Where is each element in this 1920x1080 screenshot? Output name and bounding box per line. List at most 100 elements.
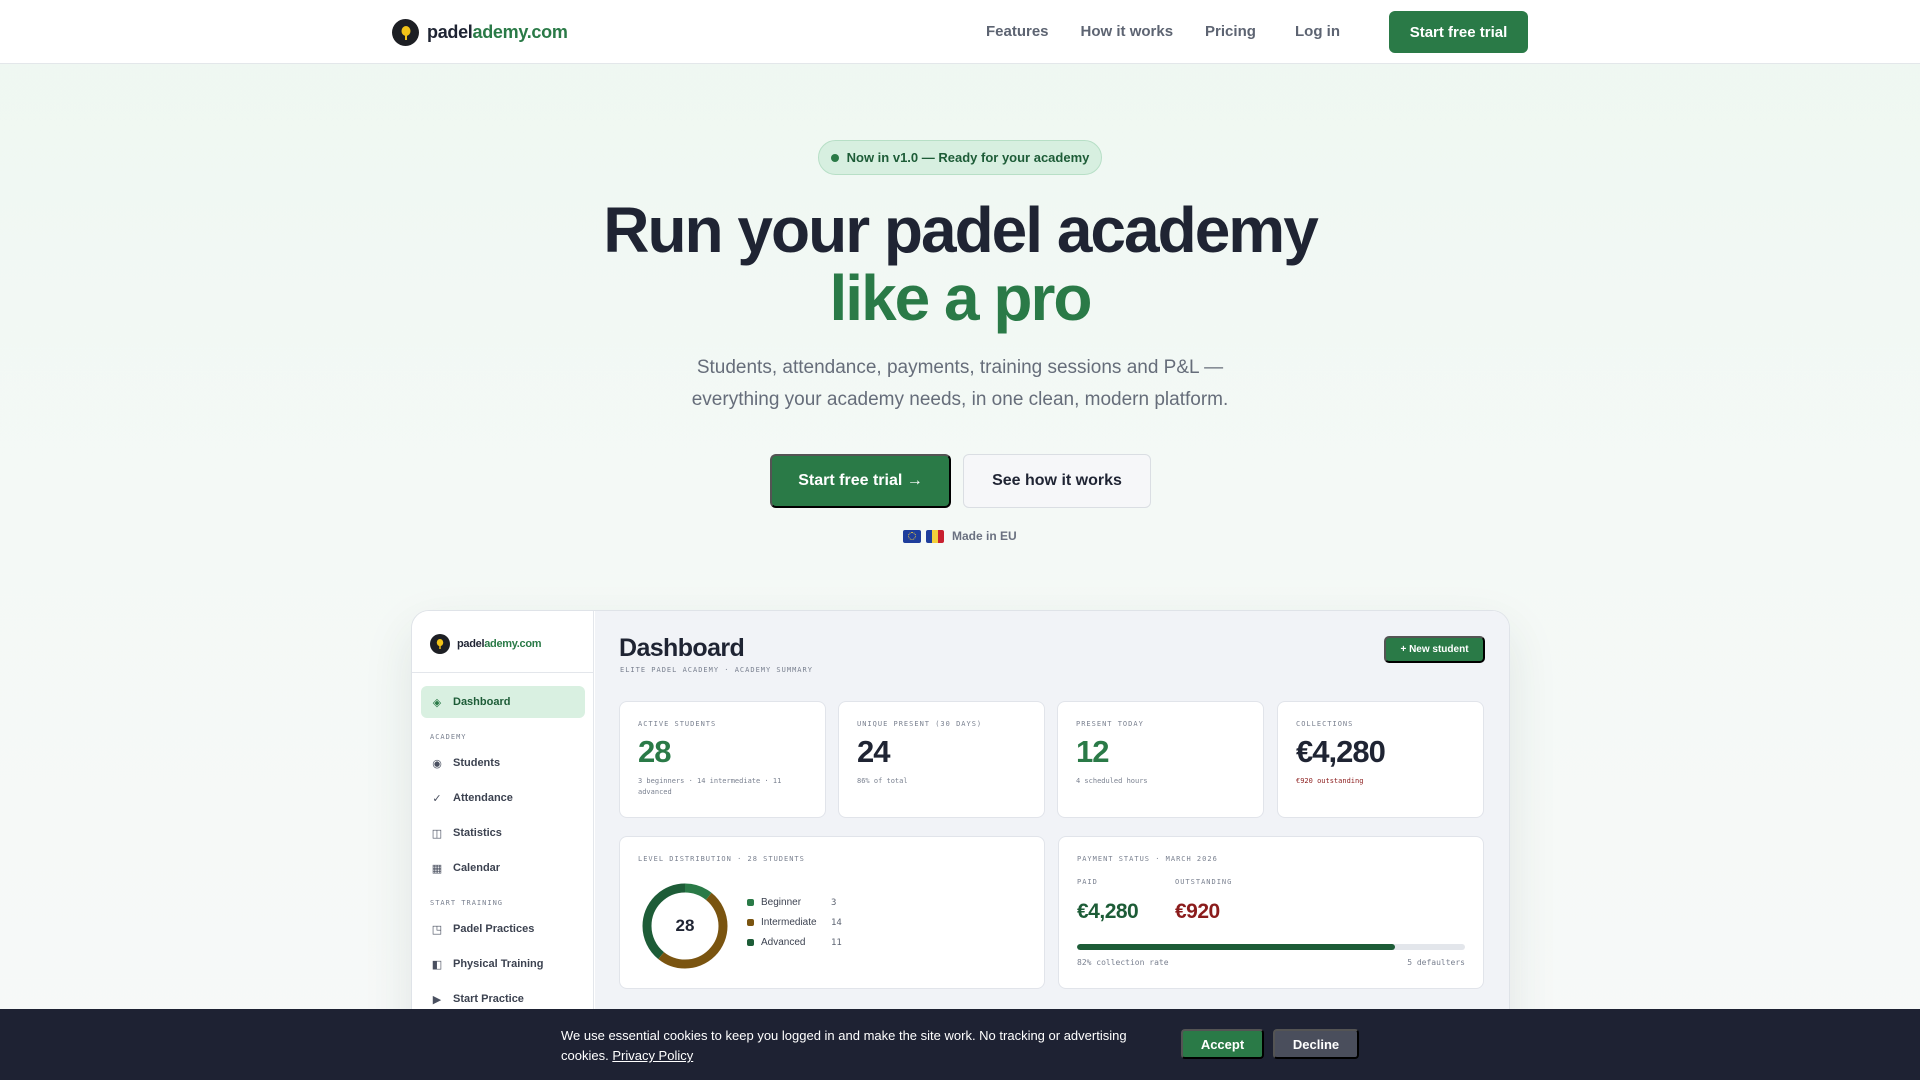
paid-value: €4,280: [1077, 900, 1139, 923]
stat-label: UNIQUE PRESENT (30 DAYS): [857, 720, 983, 728]
check-icon: ✓: [432, 792, 442, 805]
legend-dot: [747, 919, 754, 926]
nav-link-features[interactable]: Features: [986, 23, 1049, 40]
legend-value: 3: [831, 897, 837, 908]
stat-label: PRESENT TODAY: [1076, 720, 1144, 728]
brand-logo[interactable]: padelademy.com: [392, 19, 568, 46]
stat-card-active-students: ACTIVE STUDENTS 28 3 beginners · 14 inte…: [619, 701, 826, 818]
court-icon: ◳: [431, 923, 443, 936]
see-how-it-works-button[interactable]: See how it works: [963, 454, 1151, 508]
level-distribution-card: LEVEL DISTRIBUTION · 28 STUDENTS 28 Begi…: [619, 836, 1045, 989]
brand-name: padelademy.com: [427, 22, 568, 42]
dashboard-brand: padelademy.com: [430, 634, 542, 654]
sidebar-item-label: Start Practice: [453, 993, 524, 1005]
version-badge-text: Now in v1.0 — Ready for your academy: [846, 150, 1090, 165]
cookie-accept-button[interactable]: Accept: [1181, 1029, 1264, 1059]
level-donut-chart: 28: [642, 883, 728, 969]
sidebar-item-attendance[interactable]: ✓ Attendance: [421, 782, 585, 814]
collection-progress-fill: [1077, 944, 1396, 950]
card-label: PAYMENT STATUS · MARCH 2026: [1077, 855, 1218, 863]
privacy-policy-link[interactable]: Privacy Policy: [612, 1048, 693, 1063]
sidebar-item-label: Padel Practices: [453, 923, 535, 935]
sidebar-item-label: Students: [453, 757, 501, 769]
hero-subtitle-line1: Students, attendance, payments, training…: [696, 357, 1224, 378]
legend-dot: [747, 939, 754, 946]
status-dot-icon: [830, 153, 839, 162]
outstanding-label: OUTSTANDING: [1175, 878, 1233, 886]
hero-subtitle: Students, attendance, payments, training…: [660, 352, 1260, 416]
padel-racket-icon: [392, 19, 419, 46]
legend-value: 11: [831, 937, 842, 948]
card-label: LEVEL DISTRIBUTION · 28 STUDENTS: [638, 855, 805, 863]
nav-link-pricing[interactable]: Pricing: [1205, 23, 1256, 40]
sidebar-item-label: Attendance: [453, 792, 513, 804]
donut-total: 28: [676, 916, 695, 935]
sidebar-section-training: START TRAINING: [430, 899, 504, 907]
hero-title: Run your padel academy like a pro: [0, 196, 1920, 332]
defaulters-text: 5 defaulters: [1407, 958, 1465, 967]
sidebar-item-label: Dashboard: [453, 696, 511, 708]
legend-row-beginner: Beginner 3: [747, 897, 836, 908]
padel-racket-icon: [430, 634, 450, 654]
sidebar-item-label: Statistics: [453, 827, 502, 839]
legend-name: Intermediate: [761, 917, 817, 928]
dashboard-brand-name: padelademy.com: [457, 638, 542, 650]
circle-icon: ◉: [432, 757, 442, 770]
stat-label: ACTIVE STUDENTS: [638, 720, 717, 728]
sidebar-item-padel-practices[interactable]: ◳ Padel Practices: [421, 913, 585, 945]
payment-status-card: PAYMENT STATUS · MARCH 2026 PAID OUTSTAN…: [1058, 836, 1484, 989]
legend-value: 14: [831, 917, 842, 928]
stat-card-unique-present: UNIQUE PRESENT (30 DAYS) 24 86% of total: [838, 701, 1045, 818]
legend-name: Advanced: [761, 937, 806, 948]
hero-start-trial-button[interactable]: Start free trial →: [770, 454, 951, 508]
version-badge: Now in v1.0 — Ready for your academy: [818, 140, 1102, 175]
collection-rate-text: 82% collection rate: [1077, 958, 1169, 967]
dumbbell-icon: ◧: [431, 958, 443, 971]
cookie-text: We use essential cookies to keep you log…: [561, 1026, 1141, 1066]
grid-icon: ◫: [431, 827, 443, 840]
outstanding-value: €920: [1175, 900, 1220, 923]
sidebar-item-students[interactable]: ◉ Students: [421, 747, 585, 779]
stat-value: €4,280: [1296, 734, 1386, 769]
sidebar-item-calendar[interactable]: ▦ Calendar: [421, 852, 585, 884]
sidebar-item-physical-training[interactable]: ◧ Physical Training: [421, 948, 585, 980]
made-in-eu: Made in EU: [903, 529, 1017, 543]
sidebar-item-dashboard[interactable]: ◈ Dashboard: [421, 686, 585, 718]
dashboard-title: Dashboard: [619, 634, 745, 662]
nav-link-how-it-works[interactable]: How it works: [1081, 23, 1174, 40]
romania-flag-icon: [926, 529, 944, 543]
hero-subtitle-line2: everything your academy needs, in one cl…: [691, 389, 1229, 410]
stat-note: 86% of total: [857, 777, 908, 785]
stat-note: 3 beginners · 14 intermediate · 11 advan…: [638, 777, 782, 796]
cookie-banner: We use essential cookies to keep you log…: [0, 1009, 1920, 1080]
stat-value: 12: [1076, 734, 1109, 769]
legend-row-advanced: Advanced 11: [747, 937, 842, 948]
stat-value: 28: [638, 734, 671, 769]
eu-flag-icon: [903, 529, 921, 543]
made-in-eu-text: Made in EU: [952, 529, 1017, 543]
sidebar-item-label: Calendar: [453, 862, 501, 874]
paid-label: PAID: [1077, 878, 1098, 886]
stat-card-present-today: PRESENT TODAY 12 4 scheduled hours: [1057, 701, 1264, 818]
stat-note: 4 scheduled hours: [1076, 777, 1148, 785]
stat-value: 24: [857, 734, 890, 769]
sidebar-section-academy: ACADEMY: [430, 733, 467, 741]
login-link[interactable]: Log in: [1295, 23, 1340, 40]
dashboard-subtitle: ELITE PADEL ACADEMY · ACADEMY SUMMARY: [620, 666, 813, 674]
calendar-icon: ▦: [431, 862, 443, 875]
play-icon: ▶: [432, 993, 442, 1006]
sidebar-divider: [412, 672, 594, 673]
hero-title-line2: like a pro: [829, 262, 1093, 334]
diamond-icon: ◈: [432, 696, 442, 709]
nav-start-trial-button[interactable]: Start free trial: [1389, 11, 1528, 53]
collection-progress-bar: [1077, 944, 1465, 950]
main-nav: Features How it works Pricing: [986, 23, 1288, 40]
cookie-decline-button[interactable]: Decline: [1273, 1029, 1359, 1059]
new-student-button[interactable]: + New student: [1384, 636, 1485, 663]
legend-dot: [747, 899, 754, 906]
sidebar-item-statistics[interactable]: ◫ Statistics: [421, 817, 585, 849]
stat-note: €920 outstanding: [1296, 777, 1364, 785]
legend-row-intermediate: Intermediate 14: [747, 917, 842, 928]
legend-name: Beginner: [761, 897, 802, 908]
stat-label: COLLECTIONS: [1296, 720, 1354, 728]
